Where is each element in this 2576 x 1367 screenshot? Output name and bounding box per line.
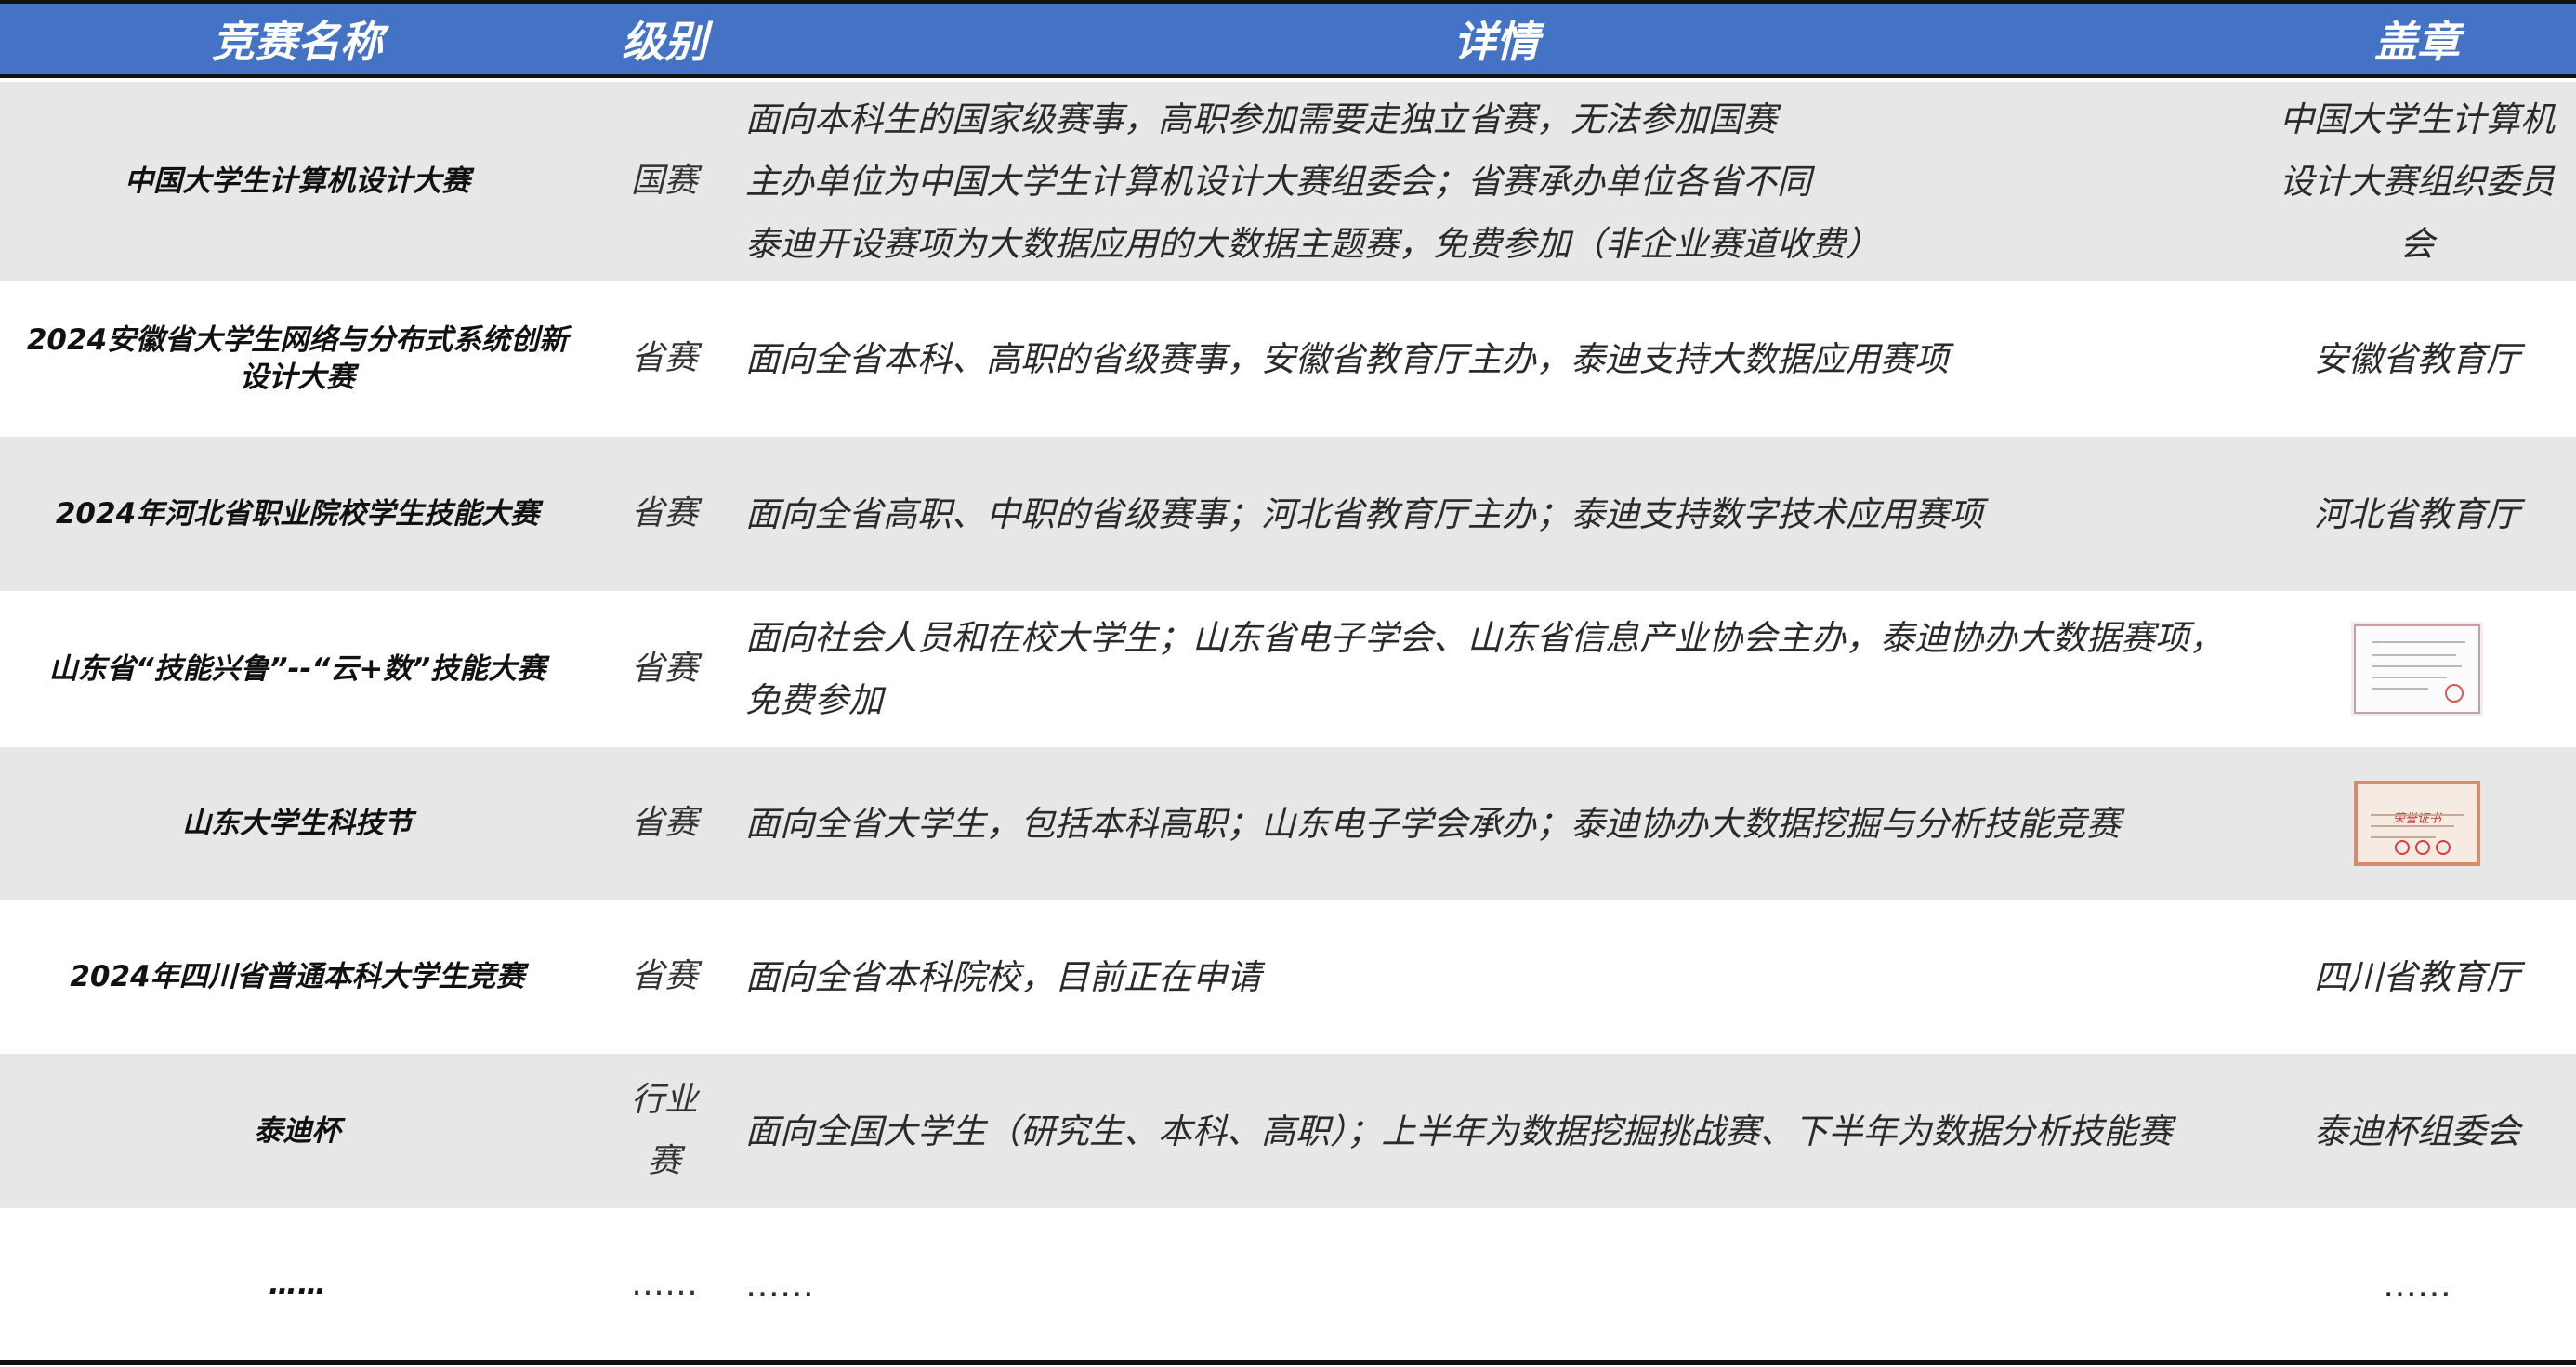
competition-detail: 面向全国大学生（研究生、本科、高职）；上半年为数据挖掘挑战赛、下半年为数据分析技… xyxy=(734,1054,2258,1208)
detail-line: 面向全省本科院校，目前正在申请 xyxy=(745,956,1261,997)
competition-level: 省赛 xyxy=(630,957,698,995)
competition-level: 省赛 xyxy=(630,494,698,532)
table-row: 2024年河北省职业院校学生技能大赛 省赛 面向全省高职、中职的省级赛事；河北省… xyxy=(0,437,2576,591)
table-row: 山东省“技能兴鲁”--“云+数”技能大赛 省赛 面向社会人员和在校大学生；山东省… xyxy=(0,591,2576,747)
competition-detail: 面向全省大学生，包括本科高职；山东电子学会承办；泰迪协办大数据挖掘与分析技能竞赛 xyxy=(734,747,2258,900)
header-level: 级别 xyxy=(622,17,707,67)
seal-text: 河北省教育厅 xyxy=(2314,493,2520,534)
competition-level: 省赛 xyxy=(630,339,698,377)
competition-level: …… xyxy=(631,1265,698,1303)
detail-line: …… xyxy=(745,1264,814,1305)
table-row: 2024安徽省大学生网络与分布式系统创新设计大赛 省赛 面向全省本科、高职的省级… xyxy=(0,281,2576,437)
header-detail: 详情 xyxy=(1453,17,1539,67)
table-row: …… …… …… …… xyxy=(0,1208,2576,1360)
table-header: 竞赛名称 级别 详情 盖章 xyxy=(0,4,2576,78)
seal-text: 泰迪杯组委会 xyxy=(2314,1111,2520,1151)
competition-name: 2024年河北省职业院校学生技能大赛 xyxy=(55,497,540,531)
competition-name: 山东省“技能兴鲁”--“云+数”技能大赛 xyxy=(48,652,546,686)
competition-detail: 面向本科生的国家级赛事，高职参加需要走独立省赛，无法参加国赛 主办单位为中国大学… xyxy=(734,82,2258,281)
detail-line: 泰迪开设赛项为大数据应用的大数据主题赛，免费参加（非企业赛道收费） xyxy=(745,223,1880,264)
competition-name: 山东大学生科技节 xyxy=(182,807,413,840)
detail-line: 面向本科生的国家级赛事，高职参加需要走独立省赛，无法参加国赛 xyxy=(745,99,1777,139)
competition-name: 中国大学生计算机设计大赛 xyxy=(125,164,470,198)
competition-detail: 面向全省高职、中职的省级赛事；河北省教育厅主办；泰迪支持数字技术应用赛项 xyxy=(734,437,2258,591)
competition-detail: 面向全省本科院校，目前正在申请 xyxy=(734,900,2258,1054)
competition-level: 国赛 xyxy=(630,162,698,200)
competition-name: …… xyxy=(269,1268,326,1301)
seal-certificate xyxy=(2258,591,2576,747)
detail-line: 面向全省本科、高职的省级赛事，安徽省教育厅主办，泰迪支持大数据应用赛项 xyxy=(745,338,1949,379)
competition-level: 省赛 xyxy=(630,650,698,688)
competition-name: 泰迪杯 xyxy=(254,1114,341,1148)
table-bottom-rule xyxy=(0,1360,2576,1365)
certificate-image: 荣誉证书 xyxy=(2354,781,2480,866)
seal-certificate: 荣誉证书 xyxy=(2258,747,2576,900)
header-seal: 盖章 xyxy=(2374,17,2460,67)
competition-table: 竞赛名称 级别 详情 盖章 中国大学生计算机设计大赛 国赛 面向本科生的国家级赛… xyxy=(0,0,2576,1367)
competition-detail: 面向社会人员和在校大学生；山东省电子学会、山东省信息产业协会主办，泰迪协办大数据… xyxy=(734,591,2258,747)
detail-line: 面向社会人员和在校大学生；山东省电子学会、山东省信息产业协会主办，泰迪协办大数据… xyxy=(745,618,2224,720)
competition-name: 2024安徽省大学生网络与分布式系统创新设计大赛 xyxy=(26,323,569,394)
competition-detail: …… xyxy=(734,1208,2258,1360)
detail-line: 面向全国大学生（研究生、本科、高职）；上半年为数据挖掘挑战赛、下半年为数据分析技… xyxy=(745,1111,2173,1151)
table-row: 中国大学生计算机设计大赛 国赛 面向本科生的国家级赛事，高职参加需要走独立省赛，… xyxy=(0,82,2576,281)
competition-name: 2024年四川省普通本科大学生竞赛 xyxy=(70,960,525,993)
seal-text: …… xyxy=(2383,1264,2451,1305)
detail-line: 面向全省高职、中职的省级赛事；河北省教育厅主办；泰迪支持数字技术应用赛项 xyxy=(745,493,1983,534)
table-row: 山东大学生科技节 省赛 面向全省大学生，包括本科高职；山东电子学会承办；泰迪协办… xyxy=(0,747,2576,900)
certificate-image xyxy=(2354,624,2480,714)
seal-text: 四川省教育厅 xyxy=(2314,956,2520,997)
table-row: 泰迪杯 行业赛 面向全国大学生（研究生、本科、高职）；上半年为数据挖掘挑战赛、下… xyxy=(0,1054,2576,1208)
competition-detail: 面向全省本科、高职的省级赛事，安徽省教育厅主办，泰迪支持大数据应用赛项 xyxy=(734,281,2258,437)
seal-text: 中国大学生计算机设计大赛组织委员会 xyxy=(2280,99,2555,264)
detail-line: 面向全省大学生，包括本科高职；山东电子学会承办；泰迪协办大数据挖掘与分析技能竞赛 xyxy=(745,803,2121,844)
seal-text: 安徽省教育厅 xyxy=(2314,338,2520,379)
table-row: 2024年四川省普通本科大学生竞赛 省赛 面向全省本科院校，目前正在申请 四川省… xyxy=(0,900,2576,1054)
competition-level: 省赛 xyxy=(630,804,698,842)
competition-level: 行业赛 xyxy=(630,1081,698,1180)
detail-line: 主办单位为中国大学生计算机设计大赛组委会；省赛承办单位各省不同 xyxy=(745,161,1811,202)
header-name: 竞赛名称 xyxy=(212,17,383,67)
